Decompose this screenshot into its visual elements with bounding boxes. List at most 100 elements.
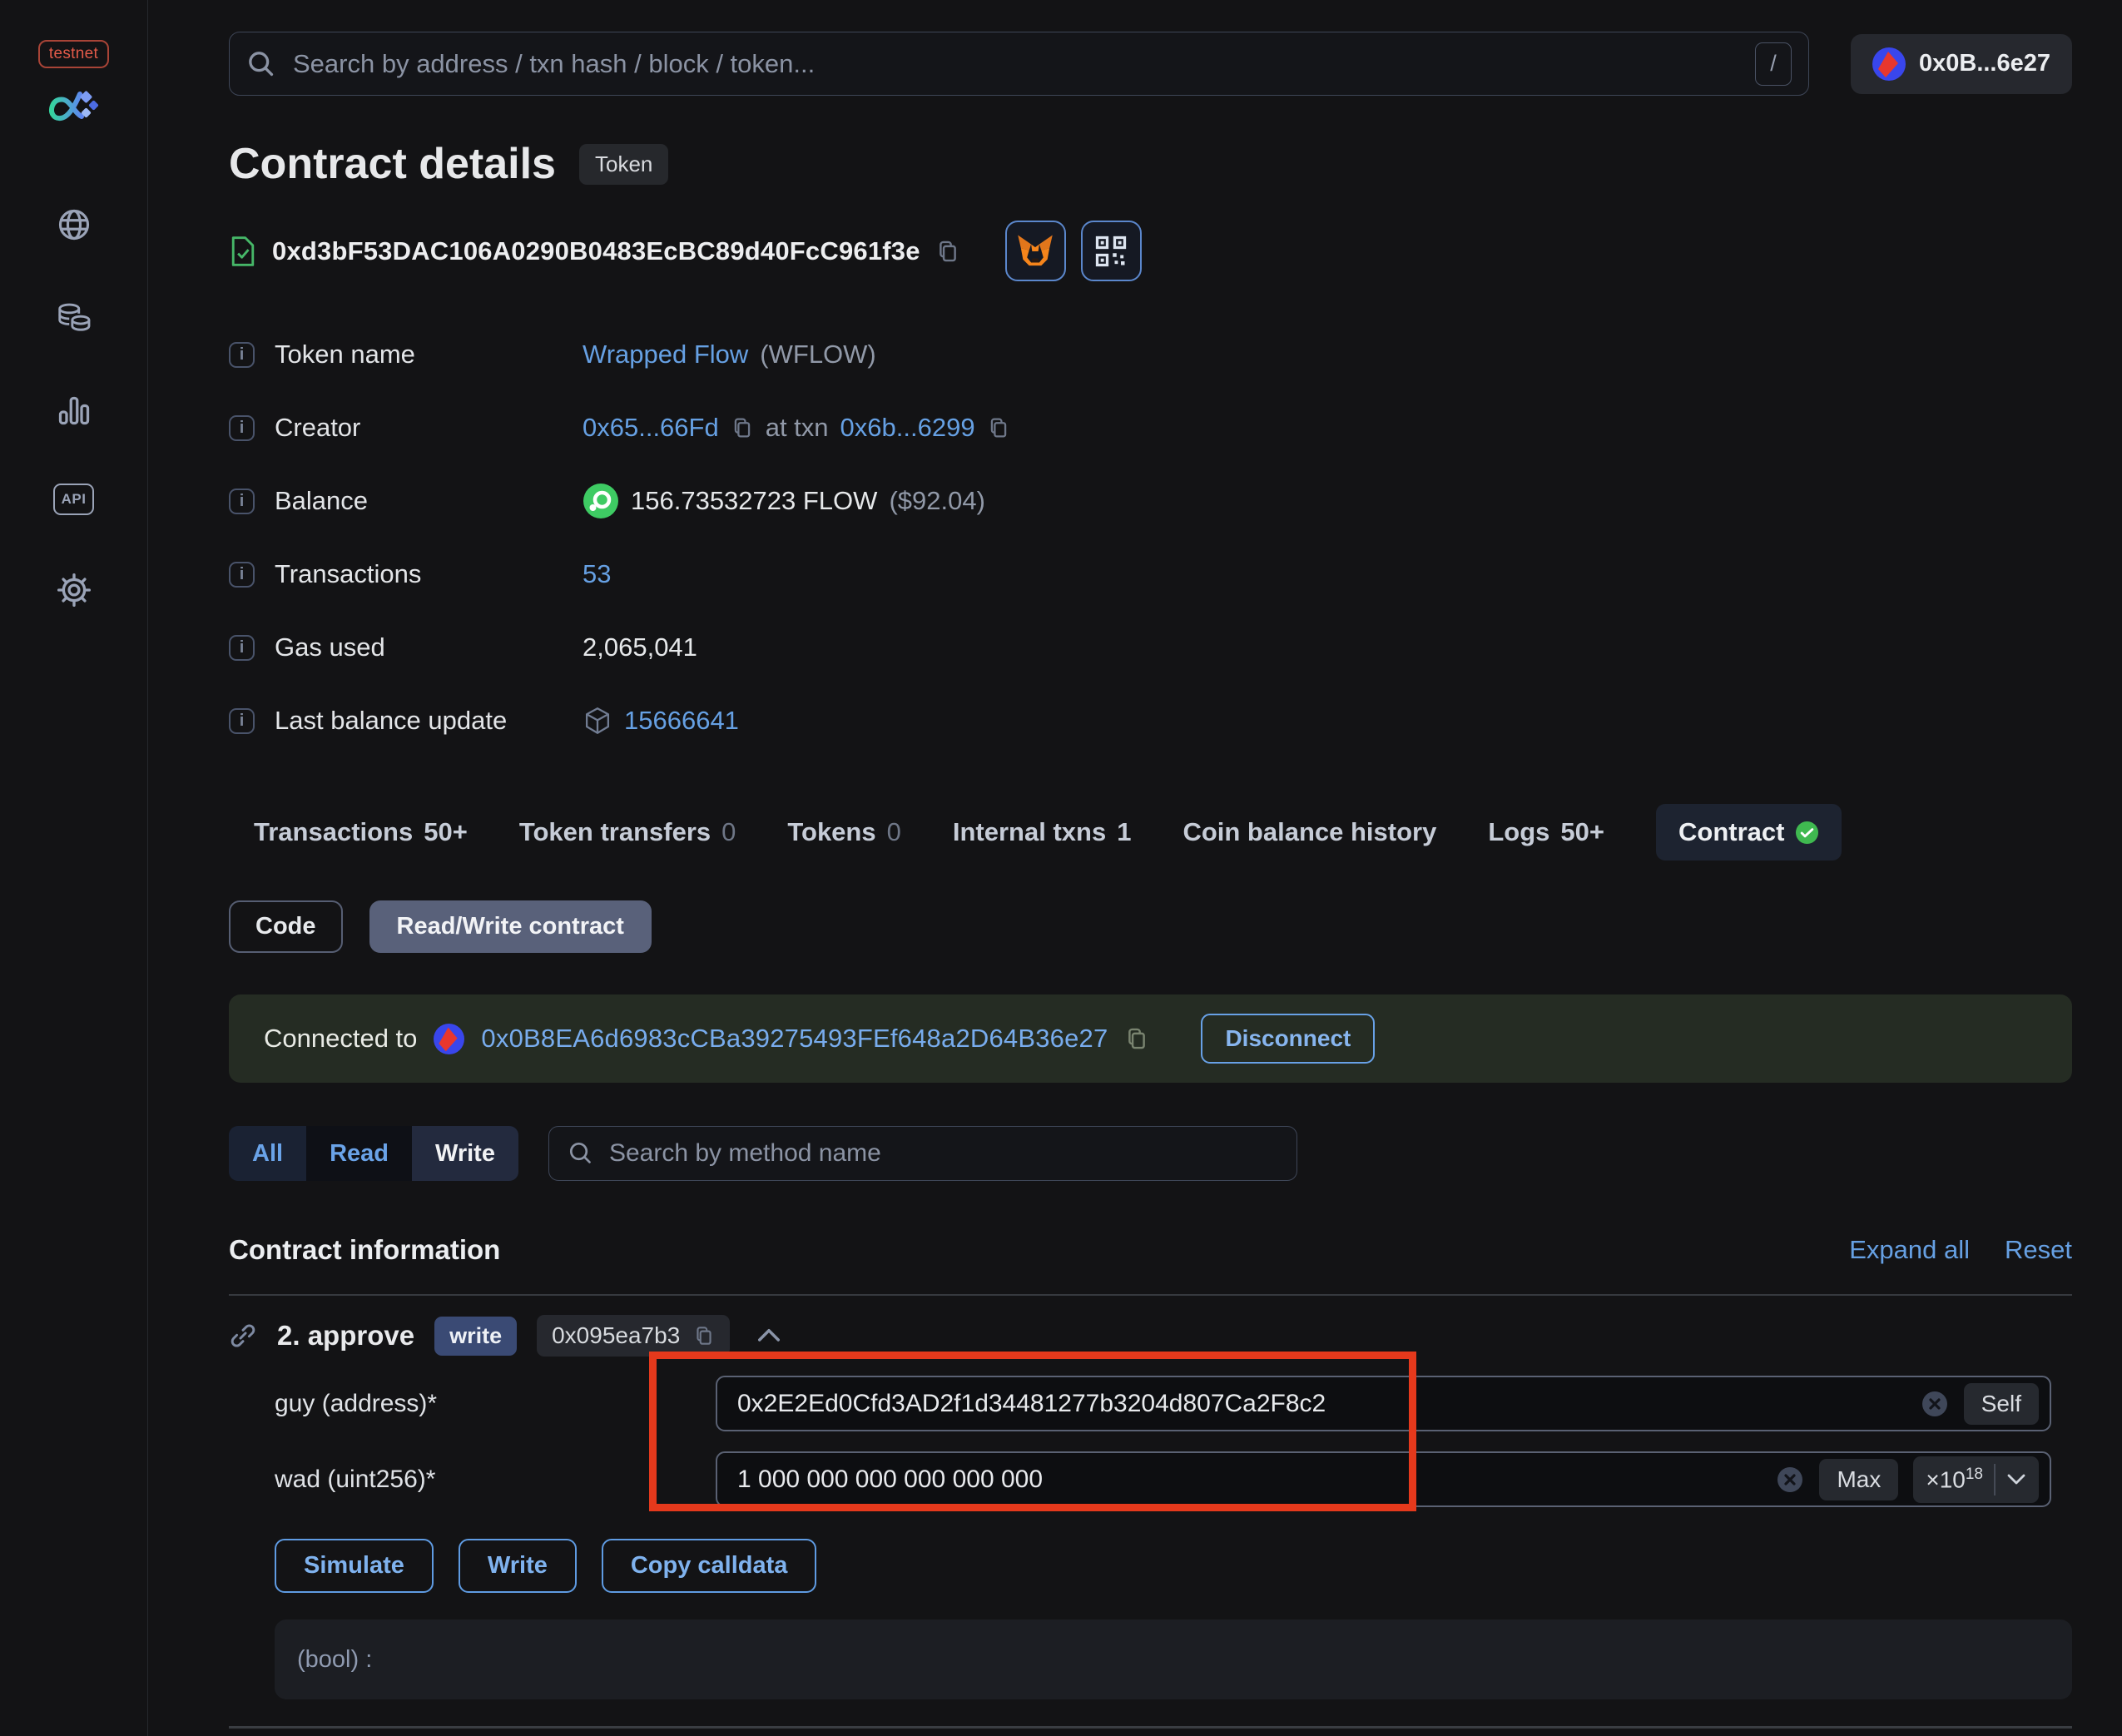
method-header: 2. approve write 0x095ea7b3 <box>229 1314 2072 1357</box>
block-number-link[interactable]: 15666641 <box>624 706 739 736</box>
info-icon[interactable]: i <box>229 634 255 661</box>
sidebar-item-settings[interactable] <box>56 572 92 608</box>
tab-bar: Transactions 50+ Token transfers 0 Token… <box>229 804 2072 861</box>
info-icon[interactable]: i <box>229 707 255 734</box>
contract-information-header: Contract information Expand all Reset <box>229 1234 2072 1266</box>
copy-txn-button[interactable] <box>987 415 1010 440</box>
tab-token-transfers[interactable]: Token transfers 0 <box>519 817 736 847</box>
copy-calldata-button[interactable]: Copy calldata <box>601 1539 817 1593</box>
clear-x-icon <box>1921 1391 1947 1416</box>
disconnect-button[interactable]: Disconnect <box>1201 1014 1376 1064</box>
api-icon: API <box>52 484 95 515</box>
copy-address-button[interactable] <box>935 238 960 265</box>
sidebar-nav: API <box>52 207 95 608</box>
tab-count: 0 <box>886 817 901 846</box>
sidebar-item-tokens[interactable] <box>55 299 93 335</box>
code-subtab[interactable]: Code <box>229 900 343 953</box>
collapse-method-button[interactable] <box>756 1328 781 1343</box>
info-icon[interactable]: i <box>229 414 255 441</box>
balance-amount: 156.73532723 FLOW <box>631 486 878 515</box>
contract-info-table: i Token name Wrapped Flow (WFLOW) i Crea… <box>229 318 2072 757</box>
add-to-metamask-button[interactable] <box>1004 221 1066 281</box>
tab-tokens[interactable]: Tokens 0 <box>787 817 900 847</box>
chevron-up-icon <box>758 1329 781 1342</box>
qr-code-button[interactable] <box>1080 221 1142 281</box>
method-type-badge: write <box>434 1316 518 1356</box>
contract-address: 0xd3bF53DAC106A0290B0483EcBC89d40FcC961f… <box>272 236 920 265</box>
reset-link[interactable]: Reset <box>2005 1235 2072 1265</box>
connected-address-link[interactable]: 0x0B8EA6d6983cCBa39275493FEf648a2D64B36e… <box>481 1024 1108 1054</box>
search-input[interactable] <box>293 48 1738 79</box>
tab-contract[interactable]: Contract <box>1656 804 1842 861</box>
chevron-down-icon <box>2007 1474 2025 1484</box>
main-content: / 0x0B...6e27 Contract details Token 0xd… <box>148 0 2122 1729</box>
field-row-guy: guy (address)* Self <box>275 1376 2072 1431</box>
copy-selector-button[interactable] <box>693 1324 715 1347</box>
method-search-input[interactable] <box>608 1139 1278 1168</box>
link-anchor-icon[interactable] <box>229 1322 257 1350</box>
wad-uint256-input[interactable] <box>737 1465 1762 1494</box>
sidebar: testnet API <box>0 0 148 1736</box>
method-search[interactable] <box>548 1126 1297 1181</box>
global-search[interactable]: / <box>229 32 1809 96</box>
tab-coin-balance-history[interactable]: Coin balance history <box>1182 817 1436 847</box>
filter-all[interactable]: All <box>229 1126 307 1181</box>
clear-x-icon <box>1777 1466 1803 1492</box>
tab-count: 50+ <box>424 817 468 846</box>
account-address: 0x0B...6e27 <box>1918 50 2050 77</box>
info-icon[interactable]: i <box>229 488 255 514</box>
block-cube-icon <box>585 707 610 734</box>
divider <box>229 1726 2072 1729</box>
self-button[interactable]: Self <box>1963 1382 2039 1425</box>
contract-subtabs: Code Read/Write contract <box>229 900 2072 953</box>
multiplier-dropdown[interactable]: ×1018 <box>1913 1456 2039 1503</box>
info-icon[interactable]: i <box>229 341 255 368</box>
search-icon <box>569 1142 591 1163</box>
method-type-switcher: All Read Write <box>229 1126 518 1181</box>
write-button[interactable]: Write <box>458 1539 577 1593</box>
expand-all-link[interactable]: Expand all <box>1849 1235 1970 1265</box>
token-symbol: (WFLOW) <box>760 340 876 369</box>
info-icon[interactable]: i <box>229 561 255 588</box>
filter-read[interactable]: Read <box>306 1126 412 1181</box>
info-row-gas-used: i Gas used 2,065,041 <box>229 611 2072 684</box>
wad-uint256-field: Max ×1018 <box>716 1451 2051 1507</box>
sidebar-item-blockchain[interactable] <box>57 207 92 242</box>
connected-label: Connected to <box>264 1024 418 1053</box>
output-bool-label: (bool) : <box>297 1645 373 1673</box>
clear-field-button[interactable] <box>1776 1466 1804 1494</box>
account-avatar <box>1872 47 1906 81</box>
creator-address-link[interactable]: 0x65...66Fd <box>583 413 719 443</box>
copy-connected-address-button[interactable] <box>1124 1025 1149 1052</box>
transactions-count-link[interactable]: 53 <box>583 559 611 589</box>
method-fields: guy (address)* Self wad (uint256)* <box>229 1352 2072 1511</box>
account-button[interactable]: 0x0B...6e27 <box>1850 33 2072 94</box>
at-txn-label: at txn <box>765 413 829 442</box>
tab-transactions[interactable]: Transactions 50+ <box>254 817 468 847</box>
max-button[interactable]: Max <box>1819 1458 1899 1500</box>
flow-coin-icon <box>583 484 618 518</box>
guy-address-input[interactable] <box>737 1389 1906 1418</box>
copy-creator-button[interactable] <box>731 415 754 440</box>
info-row-creator: i Creator 0x65...66Fd at txn 0x6b...6299 <box>229 391 2072 464</box>
app-logo[interactable] <box>48 88 100 131</box>
read-write-subtab[interactable]: Read/Write contract <box>369 900 652 953</box>
search-shortcut-hint: / <box>1754 42 1792 86</box>
filter-write[interactable]: Write <box>411 1126 518 1181</box>
creation-txn-link[interactable]: 0x6b...6299 <box>840 413 975 443</box>
token-name-link[interactable]: Wrapped Flow <box>583 340 748 370</box>
clear-field-button[interactable] <box>1921 1390 1949 1418</box>
sidebar-item-charts[interactable] <box>57 392 92 427</box>
divider <box>229 1294 2072 1296</box>
contract-information-title: Contract information <box>229 1234 501 1265</box>
metamask-fox-icon <box>1018 234 1053 265</box>
qr-code-icon <box>1096 236 1127 266</box>
tab-logs[interactable]: Logs 50+ <box>1488 817 1604 847</box>
tab-internal-txns[interactable]: Internal txns 1 <box>953 817 1132 847</box>
network-badge: testnet <box>37 40 110 68</box>
search-icon <box>249 51 274 76</box>
simulate-button[interactable]: Simulate <box>275 1539 434 1593</box>
globe-icon <box>58 209 89 241</box>
contract-type-badge: Token <box>578 143 669 185</box>
sidebar-item-api[interactable]: API <box>52 484 95 515</box>
